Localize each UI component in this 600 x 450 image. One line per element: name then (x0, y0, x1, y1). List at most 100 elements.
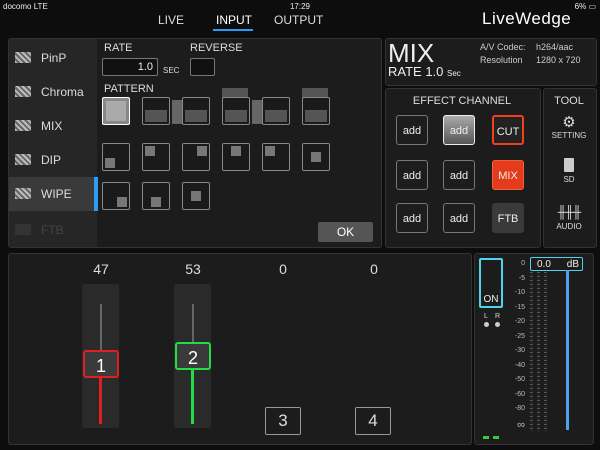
tool-label: SETTING (551, 131, 587, 140)
right-signal-led (493, 436, 499, 439)
sidebar-item-label: Chroma (41, 85, 84, 99)
db-tick-label: -60 (514, 390, 525, 398)
channel-3-button[interactable]: 3 (265, 407, 301, 435)
rate-unit: SEC (163, 66, 180, 75)
pattern-label: PATTERN (104, 83, 154, 95)
effect-add-button[interactable]: add (443, 203, 475, 233)
tool-label: AUDIO (556, 222, 582, 231)
db-tick-label: ∞ (517, 419, 525, 431)
tab-live[interactable]: LIVE (158, 13, 184, 27)
channel-2-level: 53 (185, 261, 201, 277)
channel-4-level: 0 (370, 261, 378, 277)
wipe-pattern-12[interactable] (302, 143, 330, 171)
wipe-pattern-11[interactable] (262, 143, 290, 171)
channel-1-level: 47 (93, 261, 109, 277)
wipe-icon (15, 188, 31, 199)
sidebar-item-label: WIPE (41, 187, 72, 201)
battery-indicator: 6% ▭ (574, 2, 596, 11)
db-tick-label: -30 (514, 347, 525, 354)
tool-title: TOOL (554, 95, 584, 107)
ftb-button[interactable]: FTB (492, 203, 524, 233)
sidebar-item-ftb: FTB (9, 213, 97, 247)
db-tick-label: -25 (514, 332, 525, 340)
db-tick-label: -10 (514, 289, 525, 296)
pinp-icon (15, 52, 31, 63)
sd-button[interactable]: SD (543, 158, 595, 184)
left-channel-label: L (484, 313, 488, 320)
db-tick-label: -80 (514, 405, 525, 412)
mix-icon (15, 120, 31, 131)
codec-label: A/V Codec: (480, 42, 526, 52)
codec-value: h264/aac (536, 42, 574, 52)
tab-input[interactable]: INPUT (216, 13, 252, 27)
ok-button[interactable]: OK (318, 222, 373, 242)
sidebar-item-mix[interactable]: MIX (9, 109, 97, 143)
gear-icon: ⚙ (562, 114, 576, 131)
tab-output[interactable]: OUTPUT (274, 13, 323, 27)
left-channel-led (484, 322, 489, 327)
input-channels-panel (8, 253, 472, 445)
effect-add-button[interactable]: add (443, 160, 475, 190)
channel-2-button[interactable]: 2 (175, 342, 211, 370)
sidebar-item-wipe[interactable]: WIPE (9, 177, 98, 211)
wipe-pattern-10[interactable] (222, 143, 250, 171)
channel-4-button[interactable]: 4 (355, 407, 391, 435)
sidebar-item-chroma[interactable]: Chroma (9, 75, 97, 109)
effect-add-button[interactable]: add (396, 203, 428, 233)
db-tick-label: -20 (514, 318, 525, 325)
wipe-pattern-1[interactable] (102, 97, 130, 125)
effect-channel-title: EFFECT CHANNEL (412, 95, 512, 107)
db-readout: 0.0 dB (530, 257, 583, 271)
wipe-pattern-7[interactable] (102, 143, 130, 171)
sidebar-item-label: DIP (41, 153, 62, 167)
left-signal-led (483, 436, 489, 439)
wipe-pattern-14[interactable] (142, 182, 170, 210)
sidebar-item-dip[interactable]: DIP (9, 143, 97, 177)
wipe-pattern-15[interactable] (182, 182, 210, 210)
mix-button[interactable]: MIX (492, 160, 524, 190)
effect-add-button[interactable]: add (396, 160, 428, 190)
sidebar-item-label: PinP (41, 51, 67, 65)
resolution-value: 1280 x 720 (536, 55, 581, 65)
wipe-pattern-13[interactable] (102, 182, 130, 210)
brand-logo: LiveWedge (482, 9, 572, 28)
wipe-pattern-4[interactable] (222, 97, 250, 125)
wipe-pattern-5[interactable] (262, 97, 290, 125)
wipe-pattern-2[interactable] (142, 97, 170, 125)
channel-1-button[interactable]: 1 (83, 350, 119, 378)
active-tab-indicator (213, 29, 253, 31)
db-tick-label: 0 (521, 260, 525, 267)
cut-button[interactable]: CUT (492, 115, 524, 145)
db-tick-label: -5 (518, 274, 525, 282)
rate-input[interactable]: 1.0 (102, 58, 158, 76)
resolution-label: Resolution (480, 55, 523, 65)
wipe-pattern-6[interactable] (302, 97, 330, 125)
audio-button[interactable]: ╫╫╫ AUDIO (543, 205, 595, 231)
meter-segments (530, 272, 533, 432)
sidebar-item-pinp[interactable]: PinP (9, 41, 97, 75)
wipe-pattern-9[interactable] (182, 143, 210, 171)
channel-3-level: 0 (279, 261, 287, 277)
meter-segments (537, 272, 540, 432)
audio-level-fader[interactable] (566, 270, 569, 430)
rate-label: RATE (104, 42, 133, 54)
setting-button[interactable]: ⚙ SETTING (543, 114, 595, 141)
wipe-pattern-3[interactable] (182, 97, 210, 125)
meter-segments (544, 272, 547, 432)
db-tick-label: -40 (514, 361, 525, 369)
reverse-label: REVERSE (190, 42, 243, 54)
ftb-icon (15, 224, 31, 235)
wipe-pattern-8[interactable] (142, 143, 170, 171)
db-tick-label: -50 (514, 376, 525, 383)
sd-card-icon (564, 158, 574, 172)
effect-add-button[interactable]: add (443, 115, 475, 145)
right-channel-label: R (495, 313, 501, 320)
effect-add-button[interactable]: add (396, 115, 428, 145)
sidebar-item-label: FTB (41, 223, 64, 237)
db-tick-label: -15 (514, 303, 525, 311)
mixer-icon: ╫╫╫ (557, 205, 582, 219)
chroma-icon (15, 86, 31, 97)
reverse-toggle[interactable] (190, 58, 215, 76)
tool-label: SD (563, 175, 575, 184)
audio-on-label: ON (483, 294, 499, 305)
